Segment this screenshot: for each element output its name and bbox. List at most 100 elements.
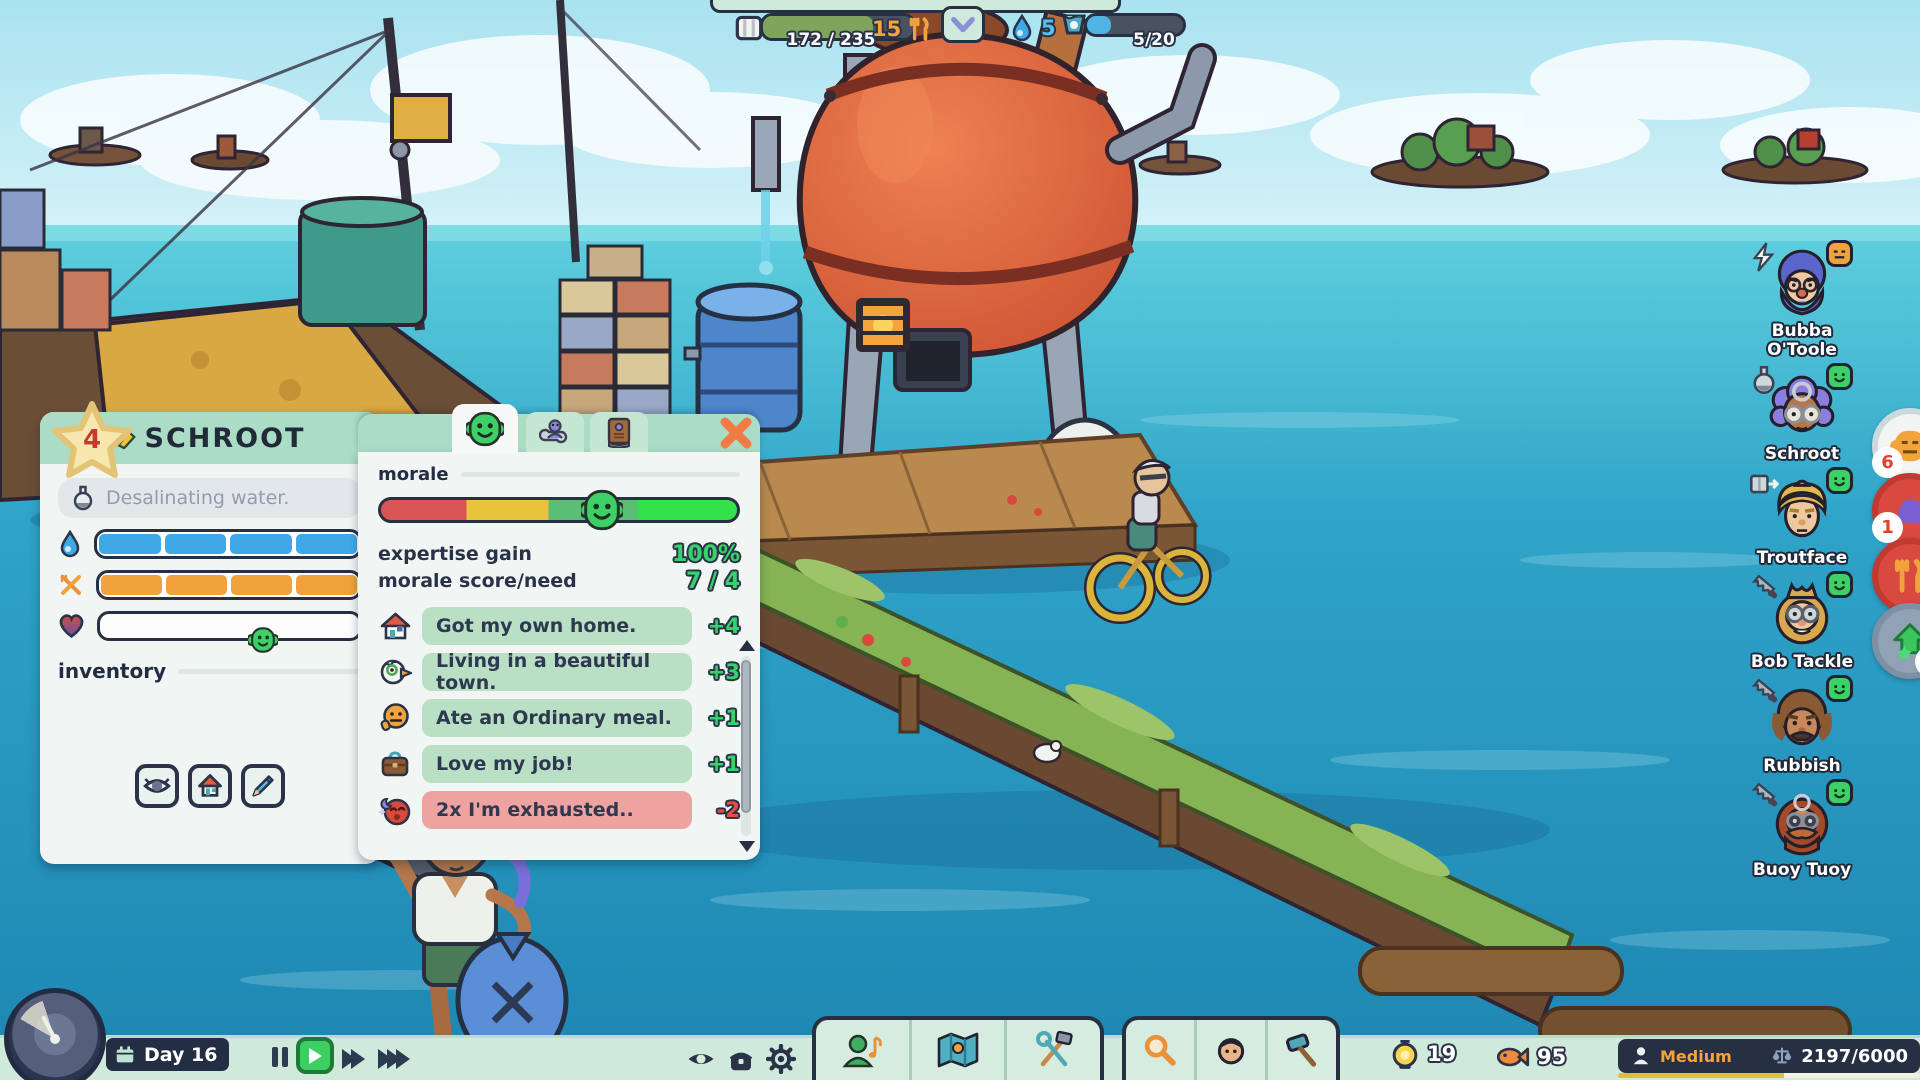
scrollbar-thumb[interactable] (741, 660, 751, 813)
worker-wrench-icon (539, 416, 571, 448)
inventory-bag-button[interactable] (726, 1044, 756, 1074)
roster-item-schroot[interactable]: Schroot (1744, 369, 1860, 464)
alert-levelup[interactable]: 1 (1872, 603, 1920, 679)
food-icon (58, 572, 84, 598)
settings-button[interactable] (766, 1044, 796, 1074)
mood-badge (1826, 363, 1853, 390)
saw-icon (1749, 677, 1779, 707)
roster-item-buoy[interactable]: Buoy Tuoy (1744, 785, 1860, 880)
roster-name: Schroot (1744, 445, 1860, 464)
day-label: Day 16 (144, 1044, 217, 1066)
roster-item-troutface[interactable]: Troutface (1744, 473, 1860, 568)
morale-section-label: morale (378, 464, 449, 485)
jobs-button[interactable] (1194, 1020, 1265, 1080)
lamp-count: 19 (1427, 1042, 1456, 1066)
play-icon (306, 1046, 324, 1066)
home-icon (378, 609, 412, 643)
crafting-button[interactable] (1004, 1020, 1100, 1080)
bucket-value: 5/20 (1106, 30, 1202, 50)
modifier-scrollbar[interactable] (738, 640, 754, 852)
follow-button[interactable] (135, 764, 179, 808)
exhausted-face-icon (378, 793, 412, 827)
flask-icon (1749, 365, 1779, 395)
rename-button[interactable] (241, 764, 285, 808)
villagers-panel-button[interactable] (816, 1020, 909, 1080)
morale-panel-body: morale expertise gain 100% morale score/… (358, 452, 760, 860)
alert-count: 1 (1872, 512, 1903, 543)
crate-icon (732, 10, 766, 44)
modifier-text: Love my job! (436, 753, 574, 775)
modifier-value: +4 (702, 614, 740, 638)
close-panel-button[interactable] (712, 414, 750, 452)
population-level: Medium (1660, 1047, 1732, 1066)
lightning-icon (1749, 242, 1779, 272)
expertise-gain-row: expertise gain 100% (378, 541, 740, 568)
briefcase-icon (378, 747, 412, 781)
gear-icon (766, 1044, 796, 1074)
roster-name: Troutface (1744, 549, 1860, 568)
mood-badge (1826, 675, 1853, 702)
map-button[interactable] (909, 1020, 1005, 1080)
citizen-face-icon (1213, 1032, 1249, 1068)
capacity-value: 2197/6000 (1801, 1046, 1908, 1067)
weight-scale-icon (1771, 1045, 1793, 1067)
hud-collapse-button[interactable] (941, 6, 985, 43)
roster-item-bubba[interactable]: Bubba O'Toole (1744, 246, 1860, 360)
search-salvage-button[interactable] (1126, 1020, 1194, 1080)
modifier-text: Got my own home. (436, 615, 636, 637)
tab-biography[interactable] (590, 412, 648, 452)
crate-transfer-icon (1749, 469, 1779, 499)
fastest-forward-button[interactable] (378, 1049, 410, 1069)
character-actions (40, 764, 380, 808)
fast-forward-button[interactable] (342, 1049, 365, 1069)
modifier-value: +1 (702, 706, 740, 730)
mood-badge (1826, 571, 1853, 598)
build-button[interactable] (1265, 1020, 1336, 1080)
roster-item-bob[interactable]: Bob Tackle (1744, 577, 1860, 672)
inventory-label: inventory (58, 659, 166, 683)
capacity-progress-line (1618, 1073, 1920, 1078)
morale-score-row: morale score/need 7 / 4 (378, 568, 740, 595)
hammer-wrench-icon (1033, 1030, 1075, 1070)
expertise-gain-value: 100% (672, 541, 740, 568)
chevron-down-icon (950, 14, 976, 36)
map-icon (935, 1031, 981, 1069)
town-status-panel[interactable]: Medium 2197/6000 (1618, 1039, 1920, 1073)
view-options-group (686, 1044, 796, 1074)
character-name: SCHROOT (145, 423, 306, 454)
modifier-text: Living in a beautiful town. (436, 650, 678, 694)
pause-button[interactable] (270, 1045, 290, 1069)
book-icon (604, 416, 634, 448)
tab-morale[interactable] (452, 404, 518, 454)
home-button[interactable] (188, 764, 232, 808)
main-console (812, 1016, 1104, 1080)
close-icon (718, 415, 754, 451)
scroll-down-arrow[interactable] (739, 841, 755, 852)
play-button[interactable] (296, 1037, 334, 1074)
morale-knob-face-icon[interactable] (581, 489, 623, 531)
food-count: 15 (872, 17, 901, 41)
morale-panel: morale expertise gain 100% morale score/… (358, 404, 760, 860)
fish-count: 95 (1537, 1045, 1566, 1069)
morale-face-icon (466, 410, 504, 448)
day-night-clock (4, 988, 106, 1080)
fish-icon (1496, 1044, 1530, 1070)
modifier-text: 2x I'm exhausted.. (436, 799, 634, 821)
scroll-up-arrow[interactable] (739, 640, 755, 651)
overview-eye-button[interactable] (686, 1044, 716, 1074)
day-counter[interactable]: Day 16 (106, 1038, 229, 1071)
inventory-section: inventory (58, 659, 362, 683)
character-panel-body: Desalinating water. (40, 464, 380, 850)
house-icon (196, 772, 224, 800)
morale-need-row (58, 611, 362, 641)
modifier-value: +3 (702, 660, 740, 684)
tab-skills[interactable] (526, 412, 584, 452)
morale-modifier-list: Got my own home. +4 Living in a beautifu… (378, 607, 740, 829)
gavel-icon (1284, 1032, 1320, 1068)
bucket-icon (1058, 6, 1090, 38)
eye-icon (686, 1044, 716, 1074)
morale-marker-face-icon (248, 625, 278, 655)
calendar-icon (114, 1044, 136, 1066)
roster-name: Buoy Tuoy (1744, 861, 1860, 880)
roster-item-rubbish[interactable]: Rubbish (1744, 681, 1860, 776)
